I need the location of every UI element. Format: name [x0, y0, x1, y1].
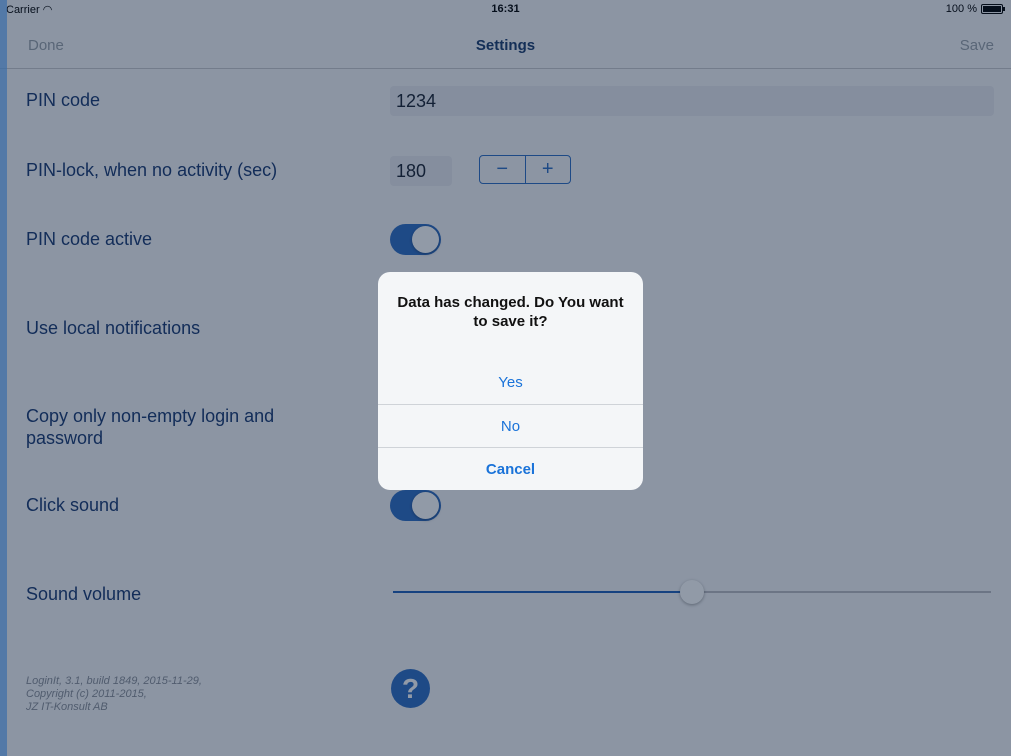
save-alert-dialog: Data has changed. Do You want to save it…: [378, 272, 643, 490]
alert-cancel-button[interactable]: Cancel: [378, 447, 643, 490]
left-edge-strip: [0, 0, 7, 756]
alert-no-button[interactable]: No: [378, 404, 643, 448]
alert-message: Data has changed. Do You want to save it…: [397, 294, 624, 330]
app-window: Carrier ◠ 16:31 100 % Done Settings Save…: [0, 0, 1011, 756]
alert-yes-button[interactable]: Yes: [378, 361, 643, 404]
